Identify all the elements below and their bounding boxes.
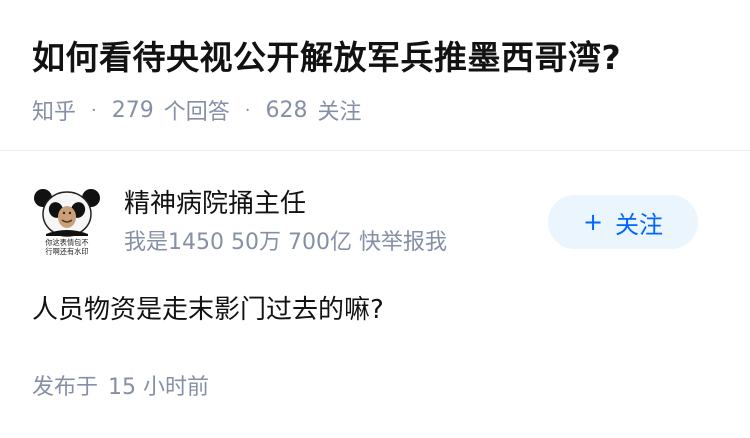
answer-count-label[interactable]: 个回答 — [164, 94, 230, 126]
author-avatar[interactable]: 你这表情包不 行啊还有水印 — [32, 186, 102, 256]
publish-prefix: 发布于 — [32, 375, 99, 400]
zhihu-answer-page: 如何看待央视公开解放军兵推墨西哥湾? 知乎 · 279 个回答 · 628 关注 — [0, 0, 750, 438]
avatar-caption-line2: 行啊还有水印 — [45, 247, 88, 256]
publish-time-value: 15 小时前 — [108, 375, 210, 400]
follow-button-label: 关注 — [615, 210, 664, 239]
panda-meme-avatar-icon: 你这表情包不 行啊还有水印 — [34, 189, 100, 256]
answer-count: 279 — [111, 97, 154, 123]
section-divider — [0, 150, 750, 151]
author-name[interactable]: 精神病院捅主任 — [124, 185, 306, 223]
follower-count: 628 — [265, 97, 308, 123]
avatar-caption-line1: 你这表情包不 — [45, 238, 88, 247]
question-meta: 知乎 · 279 个回答 · 628 关注 — [32, 94, 362, 126]
source-label[interactable]: 知乎 — [32, 94, 76, 126]
publish-time: 发布于 15 小时前 — [32, 372, 209, 404]
author-bio: 我是1450 50万 700亿 快举报我 — [124, 230, 447, 255]
meta-separator-dot: · — [244, 99, 251, 121]
follower-count-label[interactable]: 关注 — [318, 94, 362, 126]
answer-content[interactable]: 人员物资是走末影门过去的嘛? — [32, 290, 384, 330]
question-title[interactable]: 如何看待央视公开解放军兵推墨西哥湾? — [32, 34, 621, 82]
meta-separator-dot: · — [91, 99, 97, 121]
follow-button[interactable]: + 关注 — [548, 195, 698, 249]
plus-icon: + — [582, 208, 604, 236]
